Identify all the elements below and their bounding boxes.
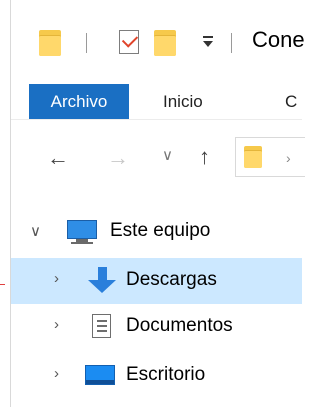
- up-arrow-icon[interactable]: ↑: [199, 144, 210, 170]
- chevron-right-icon[interactable]: ›: [54, 365, 59, 382]
- recent-locations-chevron-down-icon[interactable]: ∨: [162, 146, 173, 164]
- address-chevron-icon: ›: [286, 150, 291, 166]
- navigation-pane: ∨ Este equipo › Descargas › Documentos ›…: [11, 190, 302, 407]
- tree-item-documentos[interactable]: › Documentos: [11, 304, 302, 350]
- desktop-icon: [85, 363, 115, 387]
- documents-icon: [89, 314, 115, 340]
- ribbon-tabs: Archivo Inicio C: [11, 84, 302, 119]
- edge-marker: [0, 284, 5, 285]
- chevron-right-icon[interactable]: ›: [54, 316, 59, 333]
- new-folder-icon[interactable]: [154, 30, 176, 56]
- customize-quick-access-icon[interactable]: [201, 34, 215, 50]
- tab-archivo[interactable]: Archivo: [29, 84, 129, 119]
- back-arrow-icon[interactable]: ←: [47, 145, 69, 171]
- chevron-down-icon[interactable]: ∨: [30, 222, 41, 240]
- properties-icon[interactable]: [119, 30, 139, 54]
- this-pc-icon: [67, 220, 97, 244]
- tree-item-este-equipo[interactable]: ∨ Este equipo: [11, 210, 302, 256]
- toolbar-separator: [86, 33, 87, 53]
- tree-item-label: Este equipo: [110, 220, 211, 241]
- tab-inicio[interactable]: Inicio: [163, 84, 203, 119]
- folder-icon: [39, 30, 61, 56]
- tree-item-label: Descargas: [126, 269, 217, 290]
- address-bar[interactable]: ›: [235, 137, 305, 177]
- tree-item-label: Documentos: [126, 315, 233, 336]
- tab-compartir[interactable]: C: [285, 84, 297, 119]
- tree-item-label: Escritorio: [126, 364, 206, 385]
- downloads-arrow-icon: [87, 267, 117, 294]
- window-title: Cone: [252, 27, 305, 52]
- navigation-bar: ← → ∨ ↑ ›: [11, 119, 305, 190]
- tree-item-descargas[interactable]: › Descargas: [11, 258, 302, 304]
- forward-arrow-icon[interactable]: →: [107, 145, 129, 171]
- chevron-right-icon[interactable]: ›: [54, 270, 59, 287]
- address-folder-icon: [244, 146, 262, 168]
- title-bar: Cone: [11, 0, 305, 84]
- toolbar-separator: [231, 33, 232, 53]
- tree-item-escritorio[interactable]: › Escritorio: [11, 353, 302, 399]
